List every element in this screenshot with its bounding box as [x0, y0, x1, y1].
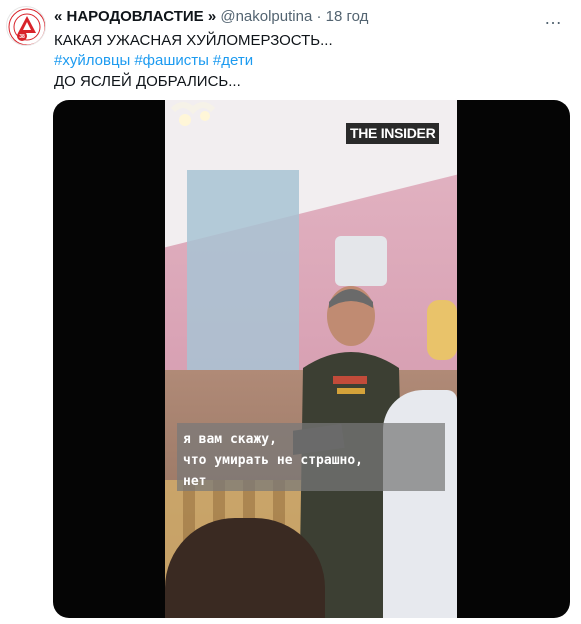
svg-text:38: 38 — [19, 34, 25, 40]
tweet-text-line-3: ДО ЯСЛЕЙ ДОБРАЛИСЬ... — [54, 73, 241, 90]
author-name[interactable]: « НАРОДОВЛАСТИЕ » — [54, 8, 216, 25]
tweet-time[interactable]: 18 год — [326, 8, 369, 25]
subtitle-line: нет — [183, 474, 207, 489]
blonde-person — [427, 300, 457, 360]
tweet-text-line-1: КАКАЯ УЖАСНАЯ ХУЙЛОМЕРЗОСТЬ... — [54, 32, 333, 49]
subtitle-line: я вам скажу, — [183, 432, 277, 447]
video-subtitles: я вам скажу, что умирать не страшно, нет — [177, 423, 445, 491]
tweet-hashtags: #хуйловцы #фашисты #дети — [54, 52, 257, 69]
anti-corruption-logo-icon: 38 — [8, 8, 45, 45]
meta-separator: · — [316, 8, 322, 25]
subtitle-line: что умирать не страшно, — [183, 453, 364, 468]
hashtag-link[interactable]: #фашисты — [134, 52, 209, 69]
hashtag-link[interactable]: #хуйловцы — [54, 52, 130, 69]
hashtag-link[interactable]: #дети — [213, 52, 253, 69]
video-media[interactable]: THE INSIDER я вам скажу, что умирать не … — [53, 100, 570, 618]
video-frame: THE INSIDER я вам скажу, что умирать не … — [165, 100, 457, 618]
chandelier-icon — [170, 102, 216, 126]
more-options-icon[interactable]: … — [544, 8, 563, 29]
insider-watermark: THE INSIDER — [346, 123, 440, 144]
avatar[interactable]: 38 — [6, 6, 46, 46]
author-handle[interactable]: @nakolputina — [220, 8, 312, 25]
tweet-header: « НАРОДОВЛАСТИЕ » @nakolputina · 18 год — [54, 8, 541, 28]
blue-panel — [187, 170, 299, 400]
